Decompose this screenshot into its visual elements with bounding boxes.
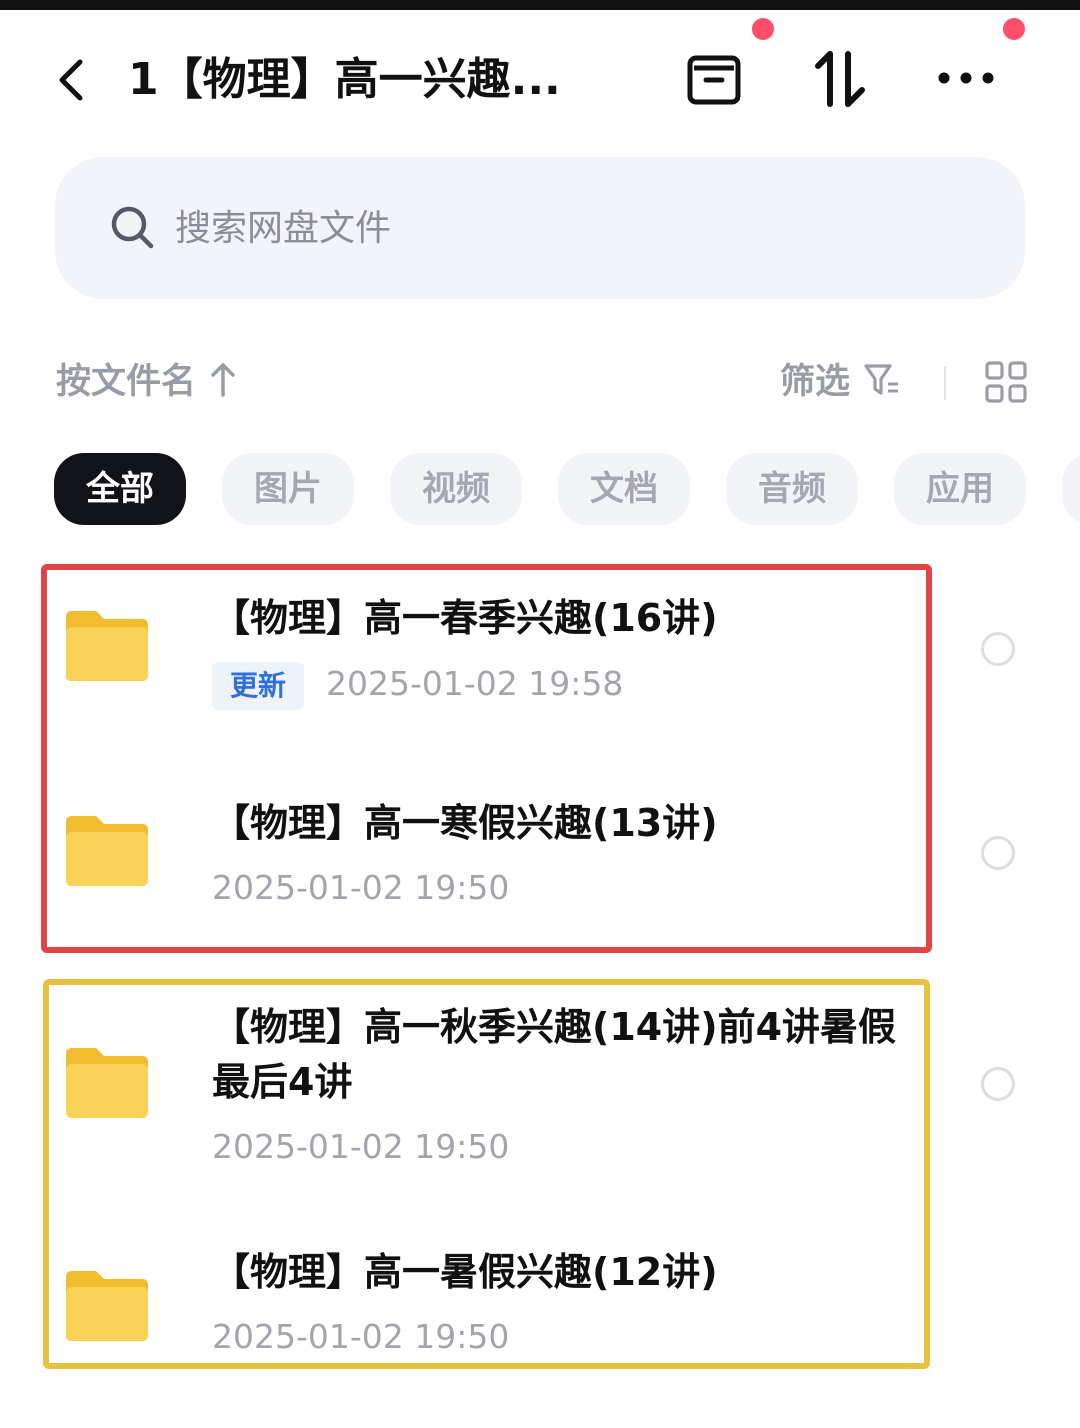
select-radio[interactable] bbox=[981, 632, 1015, 666]
search-input[interactable]: 搜索网盘文件 bbox=[55, 157, 1025, 299]
grid-view-button[interactable] bbox=[984, 360, 1028, 408]
file-date: 2025-01-02 19:58 bbox=[326, 664, 624, 703]
update-badge: 更新 bbox=[212, 662, 305, 710]
file-row[interactable]: 【物理】高一春季兴趣(16讲) 更新 2025-01-02 19:58 bbox=[0, 585, 1080, 735]
tab-audio[interactable]: 音频 bbox=[726, 453, 858, 525]
sort-arrows-icon bbox=[815, 51, 865, 107]
sort-button[interactable] bbox=[812, 46, 868, 114]
archive-box-icon bbox=[687, 55, 741, 105]
file-name: 【物理】高一暑假兴趣(12讲) bbox=[212, 1250, 718, 1294]
file-name: 【物理】高一秋季兴趣(14讲)前4讲暑假最后4讲 bbox=[212, 1005, 897, 1104]
sort-by-name-button[interactable]: 按文件名 bbox=[56, 352, 238, 412]
page-title: 1【物理】高一兴趣... bbox=[128, 54, 561, 105]
folder-icon bbox=[66, 816, 148, 886]
folder-icon bbox=[66, 611, 148, 681]
file-date: 2025-01-02 19:50 bbox=[212, 1127, 510, 1166]
file-name: 【物理】高一春季兴趣(16讲) bbox=[212, 596, 718, 640]
select-radio[interactable] bbox=[981, 836, 1015, 870]
tab-images[interactable]: 图片 bbox=[222, 453, 354, 525]
sort-filter-bar: 按文件名 筛选 bbox=[0, 352, 1080, 412]
status-bar-edge bbox=[0, 0, 1080, 10]
divider bbox=[944, 366, 946, 400]
file-row[interactable]: 【物理】高一寒假兴趣(13讲) 2025-01-02 19:50 bbox=[0, 790, 1080, 930]
file-date: 2025-01-02 19:50 bbox=[212, 868, 510, 907]
file-name: 【物理】高一寒假兴趣(13讲) bbox=[212, 801, 718, 845]
arrow-up-icon bbox=[211, 363, 235, 397]
select-radio[interactable] bbox=[981, 1067, 1015, 1101]
filter-button[interactable]: 筛选 bbox=[780, 352, 902, 412]
folder-icon bbox=[66, 1271, 148, 1341]
folder-icon bbox=[66, 1048, 148, 1118]
tab-all[interactable]: 全部 bbox=[54, 453, 186, 525]
notification-dot bbox=[1003, 18, 1025, 40]
sort-label: 按文件名 bbox=[56, 362, 197, 402]
category-tabs: 全部 图片 视频 文档 音频 应用 bbox=[0, 453, 1080, 525]
search-icon bbox=[111, 206, 154, 249]
chevron-left-icon bbox=[59, 59, 83, 101]
filter-label: 筛选 bbox=[780, 362, 851, 402]
grid-view-icon bbox=[985, 361, 1027, 403]
file-row[interactable]: 【物理】高一秋季兴趣(14讲)前4讲暑假最后4讲 2025-01-02 19:5… bbox=[0, 1000, 1080, 1170]
more-button[interactable] bbox=[936, 60, 996, 100]
notification-dot bbox=[752, 18, 774, 40]
tab-videos[interactable]: 视频 bbox=[390, 453, 522, 525]
tab-documents[interactable]: 文档 bbox=[558, 453, 690, 525]
back-button[interactable] bbox=[52, 50, 92, 110]
file-date: 2025-01-02 19:50 bbox=[212, 1317, 510, 1356]
top-nav-bar: 1【物理】高一兴趣... bbox=[0, 18, 1080, 130]
tab-apps[interactable]: 应用 bbox=[894, 453, 1026, 525]
filter-icon bbox=[864, 364, 899, 395]
archive-button[interactable] bbox=[684, 48, 744, 112]
tab-more[interactable] bbox=[1062, 453, 1080, 525]
search-placeholder: 搜索网盘文件 bbox=[175, 208, 392, 249]
file-row[interactable]: 【物理】高一暑假兴趣(12讲) 2025-01-02 19:50 bbox=[0, 1245, 1080, 1365]
more-dots-icon bbox=[938, 72, 994, 84]
